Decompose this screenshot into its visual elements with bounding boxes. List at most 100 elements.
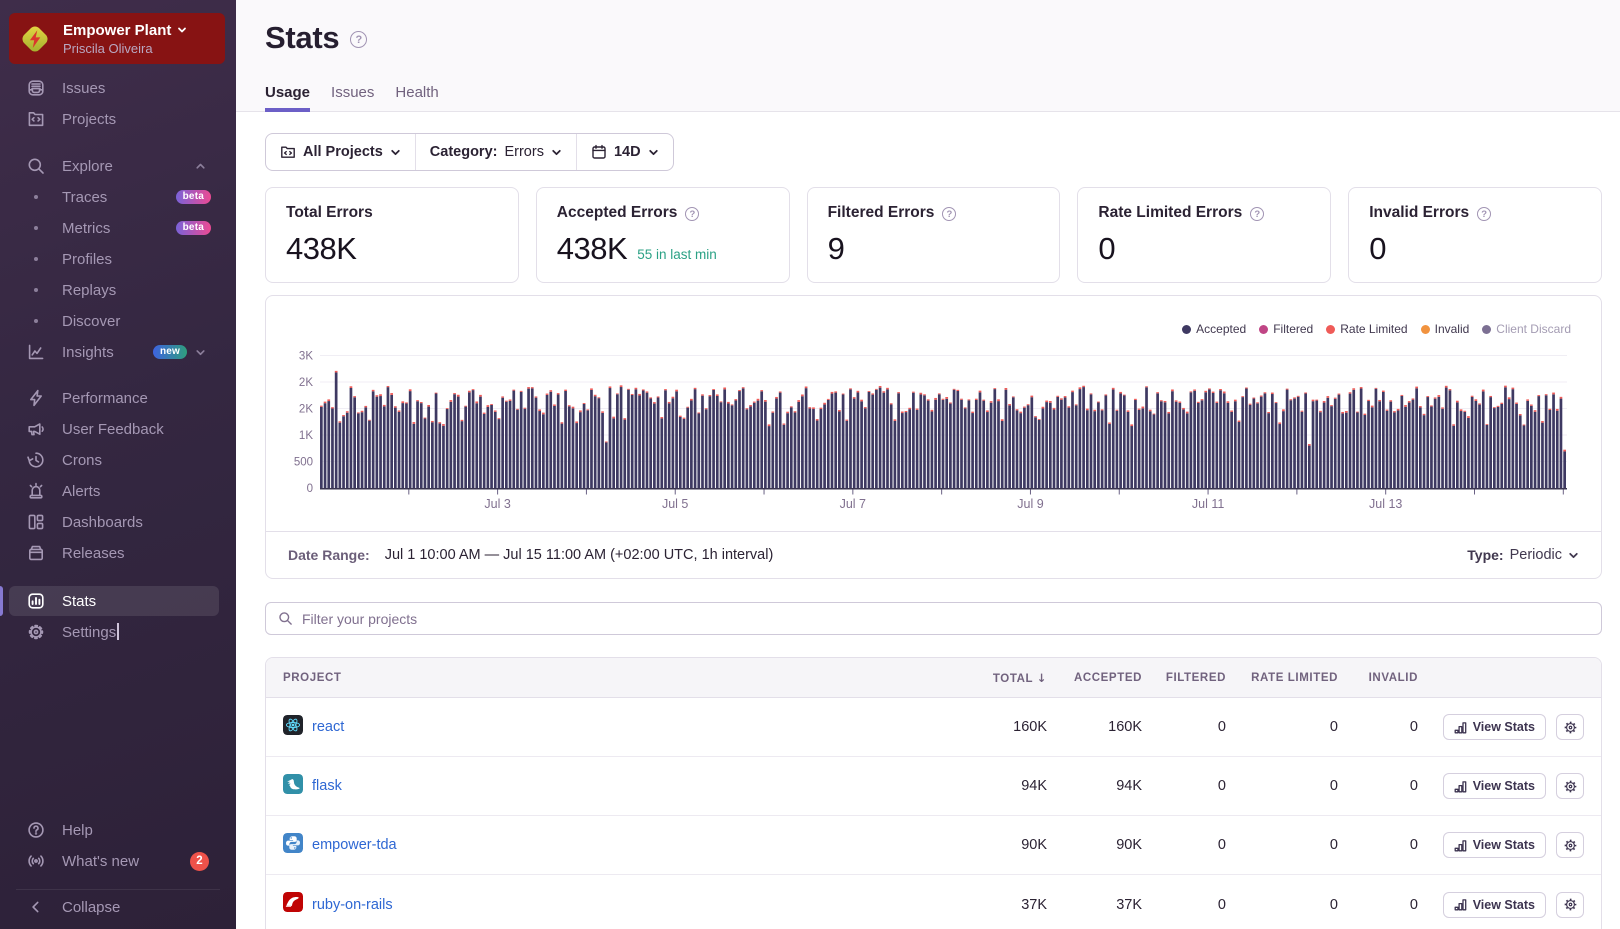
view-stats-button[interactable]: View Stats (1442, 832, 1546, 858)
column-header-invalid[interactable]: INVALID (1338, 672, 1418, 684)
filter-bar: All Projects Category: Errors 14D (265, 133, 674, 171)
sidebar-item-projects[interactable]: Projects (9, 104, 219, 134)
legend-item-rate-limited[interactable]: Rate Limited (1326, 322, 1408, 336)
chevron-down-icon (391, 149, 400, 155)
legend-label: Filtered (1273, 322, 1314, 336)
sidebar-item-issues[interactable]: Issues (9, 73, 219, 103)
beta-badge: beta (175, 190, 211, 204)
view-stats-button[interactable]: View Stats (1442, 773, 1546, 799)
bullet-icon (27, 188, 45, 206)
legend-item-client-discard[interactable]: Client Discard (1482, 322, 1571, 336)
cell-invalid: 0 (1409, 837, 1418, 853)
project-link[interactable]: react (312, 719, 344, 735)
help-icon[interactable]: ? (685, 207, 700, 221)
stat-card-value: 9 (827, 231, 845, 266)
column-header-project[interactable]: PROJECT (266, 672, 952, 684)
sidebar-item-what-s-new[interactable]: What's new 2 (9, 846, 219, 876)
view-stats-button[interactable]: View Stats (1442, 714, 1546, 740)
project-settings-button[interactable] (1556, 891, 1584, 918)
date-filter[interactable]: 14D (575, 134, 673, 170)
sidebar-item-releases[interactable]: Releases (9, 538, 219, 568)
sidebar-item-explore[interactable]: Explore (9, 151, 219, 181)
svg-text:2K: 2K (299, 404, 313, 416)
crons-icon (27, 451, 45, 469)
project-settings-button[interactable] (1556, 832, 1584, 858)
legend-dot-icon (1482, 324, 1492, 334)
stat-card-title: Total Errors (286, 204, 373, 221)
tab-usage[interactable]: Usage (265, 79, 311, 112)
bullet-icon (27, 250, 45, 268)
legend-item-accepted[interactable]: Accepted (1182, 322, 1246, 336)
search-input[interactable] (302, 610, 1589, 627)
legend-item-filtered[interactable]: Filtered (1259, 322, 1313, 336)
bar-chart-icon (1454, 839, 1467, 852)
cell-rate-limited: 0 (1329, 719, 1338, 735)
tab-issues[interactable]: Issues (331, 79, 374, 112)
legend-label: Invalid (1434, 322, 1470, 336)
table-header: PROJECT TOTAL ↓ ACCEPTED FILTERED RATE LIMIT… (266, 658, 1601, 698)
platform-icon-react (283, 714, 303, 740)
sidebar-item-user-feedback[interactable]: User Feedback (9, 414, 219, 444)
column-header-accepted[interactable]: ACCEPTED (1047, 672, 1142, 684)
chart-legend: Accepted Filtered Rate Limited Invalid Clien… (1182, 322, 1571, 336)
sidebar-item-profiles[interactable]: Profiles (9, 244, 219, 274)
sidebar-item-label: Issues (62, 79, 106, 97)
project-link[interactable]: ruby-on-rails (312, 897, 393, 913)
column-header-total[interactable]: TOTAL ↓ (952, 671, 1047, 685)
stat-card-value: 438K (556, 231, 628, 266)
project-search (265, 602, 1602, 635)
svg-text:3K: 3K (299, 351, 313, 363)
whats-new-count-badge: 2 (190, 851, 209, 871)
svg-text:Jul 7: Jul 7 (840, 497, 866, 511)
sidebar-item-collapse[interactable]: Collapse (9, 892, 219, 922)
table-row-flask: flask 94K 94K 0 0 0 View Stats (266, 757, 1601, 816)
bar-chart-icon (1454, 780, 1467, 793)
org-switcher[interactable]: Empower Plant Priscila Oliveira (9, 13, 225, 64)
help-icon[interactable]: ? (1477, 207, 1492, 221)
sidebar-item-settings[interactable]: Settings (9, 617, 219, 647)
category-filter[interactable]: Category: Errors (414, 134, 576, 170)
project-link[interactable]: flask (312, 778, 342, 794)
chart-panel: Accepted Filtered Rate Limited Invalid Clien… (265, 295, 1602, 579)
table-row-react: react 160K 160K 0 0 0 View Stats (266, 698, 1601, 757)
chevron-up-icon (195, 161, 206, 172)
sidebar-item-label: Replays (62, 281, 117, 299)
help-icon[interactable]: ? (942, 207, 957, 221)
help-icon[interactable]: ? (1250, 207, 1265, 221)
column-header-rate-limited[interactable]: RATE LIMITED (1226, 672, 1338, 684)
broadcast-icon (27, 852, 45, 870)
sidebar-item-crons[interactable]: Crons (9, 445, 219, 475)
sidebar-item-metrics[interactable]: Metrics beta (9, 213, 219, 243)
sidebar-item-replays[interactable]: Replays (9, 275, 219, 305)
project-settings-button[interactable] (1556, 714, 1584, 740)
type-label: Type: (1467, 547, 1504, 563)
legend-label: Rate Limited (1340, 322, 1408, 336)
svg-text:Jul 13: Jul 13 (1369, 497, 1402, 511)
bullet-icon (27, 281, 45, 299)
sidebar-item-alerts[interactable]: Alerts (9, 476, 219, 506)
sidebar-item-insights[interactable]: Insights new (9, 337, 219, 367)
sidebar-item-label: Dashboards (62, 513, 143, 531)
table-row-empower-tda: empower-tda 90K 90K 0 0 0 View Stats (266, 816, 1601, 875)
svg-text:Jul 9: Jul 9 (1017, 497, 1043, 511)
type-select[interactable]: Type: Periodic (1467, 547, 1579, 563)
tab-health[interactable]: Health (395, 79, 438, 112)
sidebar-item-label: Discover (62, 312, 121, 330)
sidebar-item-stats[interactable]: Stats (9, 586, 219, 616)
view-stats-button[interactable]: View Stats (1442, 891, 1546, 918)
project-settings-button[interactable] (1556, 773, 1584, 799)
chevron-down-icon (195, 347, 206, 358)
legend-dot-icon (1420, 324, 1430, 334)
project-link[interactable]: empower-tda (312, 837, 397, 853)
sidebar-item-help[interactable]: Help (9, 815, 219, 845)
sidebar-item-traces[interactable]: Traces beta (9, 182, 219, 212)
column-header-filtered[interactable]: FILTERED (1142, 672, 1226, 684)
help-icon[interactable]: ? (350, 31, 368, 48)
sidebar-item-performance[interactable]: Performance (9, 383, 219, 413)
sidebar-item-discover[interactable]: Discover (9, 306, 219, 336)
legend-item-invalid[interactable]: Invalid (1420, 322, 1470, 336)
svg-text:500: 500 (294, 457, 313, 469)
cell-filtered: 0 (1217, 778, 1226, 794)
project-filter[interactable]: All Projects (266, 134, 415, 170)
sidebar-item-dashboards[interactable]: Dashboards (9, 507, 219, 537)
